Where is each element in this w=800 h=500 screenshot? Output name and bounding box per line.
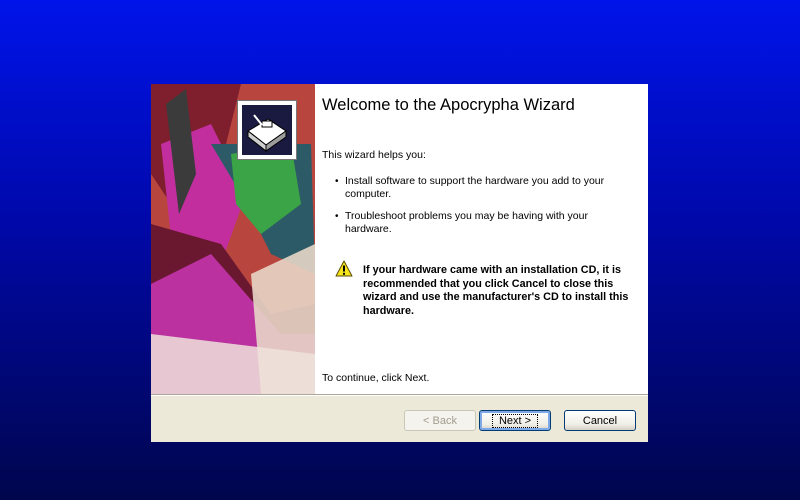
wizard-title: Welcome to the Apocrypha Wizard [322, 96, 575, 114]
bullet-text: Install software to support the hardware… [345, 175, 605, 200]
next-button-label: Next > [491, 413, 539, 428]
bullet-icon: • [335, 211, 339, 222]
warning-message: If your hardware came with an installati… [363, 264, 629, 317]
next-button[interactable]: Next > [479, 410, 551, 431]
back-button[interactable]: < Back [404, 410, 476, 431]
wizard-content-panel: Welcome to the Apocrypha Wizard This wiz… [315, 84, 648, 394]
cancel-button[interactable]: Cancel [564, 410, 636, 431]
bullet-icon: • [335, 176, 339, 187]
wizard-intro-text: This wizard helps you: [322, 149, 426, 161]
warning-icon [335, 260, 353, 277]
bullet-text: Troubleshoot problems you may be having … [345, 210, 588, 235]
hardware-device-icon [237, 100, 297, 160]
button-area-divider [151, 394, 648, 396]
continue-instruction: To continue, click Next. [322, 372, 430, 384]
wizard-banner-image [151, 84, 315, 394]
list-item: • Troubleshoot problems you may be havin… [335, 210, 625, 236]
hardware-wizard-dialog: Welcome to the Apocrypha Wizard This wiz… [151, 84, 648, 442]
list-item: • Install software to support the hardwa… [335, 175, 625, 201]
